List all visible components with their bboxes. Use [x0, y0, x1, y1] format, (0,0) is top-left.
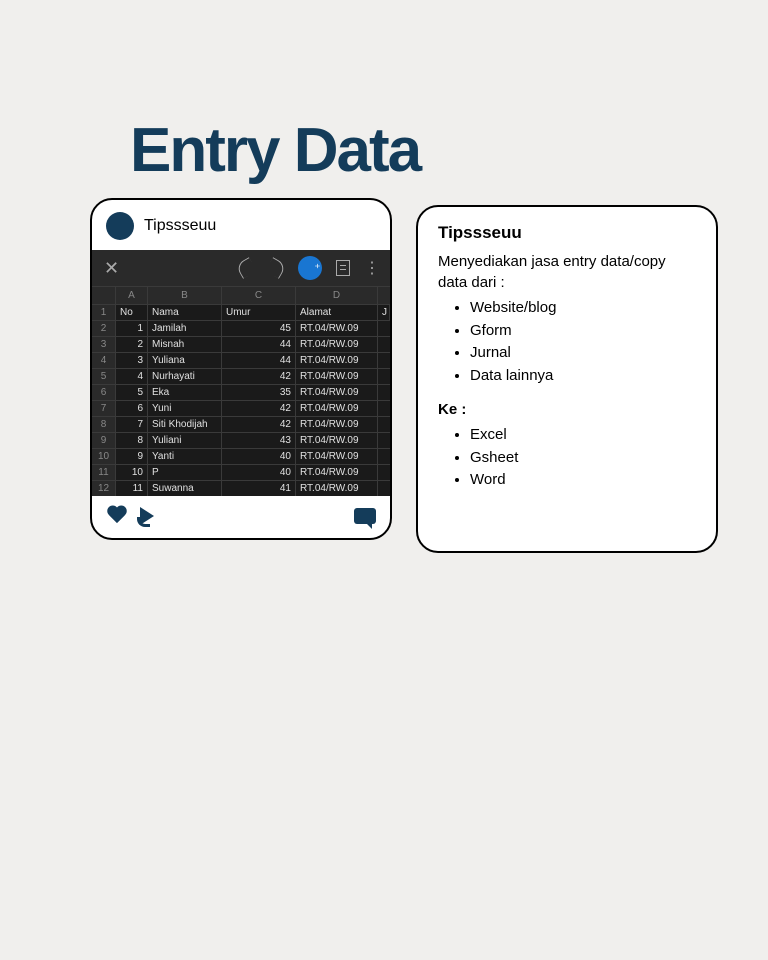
toolbar: ✕ 👤⁺ ⋮ [92, 250, 390, 286]
undo-icon[interactable] [235, 257, 257, 279]
table-row: 1110P40RT.04/RW.09 [92, 464, 390, 480]
alamat-header: Alamat [296, 305, 378, 320]
page-title: Entry Data [130, 115, 420, 186]
username-label: Tipssseuu [438, 223, 696, 243]
j-header: J [378, 305, 390, 320]
page-icon[interactable] [336, 260, 350, 276]
list-item: Data lainnya [470, 365, 696, 388]
card-header: Tipssseuu [92, 200, 390, 250]
table-row: 32Misnah44RT.04/RW.09 [92, 336, 390, 352]
comment-icon[interactable] [354, 508, 376, 524]
table-row: 87Siti Khodijah42RT.04/RW.09 [92, 416, 390, 432]
table-row: 54Nurhayati42RT.04/RW.09 [92, 368, 390, 384]
username-label: Tipssseuu [144, 217, 216, 235]
no-header: No [116, 305, 148, 320]
table-row: 1211Suwanna41RT.04/RW.09 [92, 480, 390, 496]
description-text: Menyediakan jasa entry data/copy data da… [438, 251, 696, 293]
heart-icon[interactable] [106, 506, 128, 526]
redo-icon[interactable] [265, 257, 287, 279]
list-item: Website/blog [470, 297, 696, 320]
table-row: 65Eka35RT.04/RW.09 [92, 384, 390, 400]
list-item: Jurnal [470, 342, 696, 365]
column-headers: A B C D [92, 286, 390, 304]
header-row: 1 No Nama Umur Alamat J [92, 304, 390, 320]
table-row: 98Yuliani43RT.04/RW.09 [92, 432, 390, 448]
table-row: 21Jamilah45RT.04/RW.09 [92, 320, 390, 336]
table-row: 76Yuni42RT.04/RW.09 [92, 400, 390, 416]
table-row: 109Yanti40RT.04/RW.09 [92, 448, 390, 464]
ke-label: Ke : [438, 401, 696, 418]
right-card: Tipssseuu Menyediakan jasa entry data/co… [416, 205, 718, 553]
list-item: Excel [470, 424, 696, 447]
umur-header: Umur [222, 305, 296, 320]
list-item: Gform [470, 320, 696, 343]
col-header-c: C [222, 287, 296, 304]
col-header-b: B [148, 287, 222, 304]
avatar [106, 212, 134, 240]
table-row: 43Yuliana44RT.04/RW.09 [92, 352, 390, 368]
close-icon[interactable]: ✕ [104, 258, 119, 279]
share-icon[interactable] [140, 507, 154, 525]
person-add-icon[interactable]: 👤⁺ [298, 256, 322, 280]
card-footer [92, 496, 390, 538]
left-card: Tipssseuu ✕ 👤⁺ ⋮ A B C D 1 No Nama [90, 198, 392, 540]
nama-header: Nama [148, 305, 222, 320]
from-list: Website/blogGformJurnalData lainnya [438, 297, 696, 387]
list-item: Gsheet [470, 447, 696, 470]
col-header-d: D [296, 287, 378, 304]
list-item: Word [470, 469, 696, 492]
to-list: ExcelGsheetWord [438, 424, 696, 492]
more-icon[interactable]: ⋮ [364, 258, 378, 278]
col-header-a: A [116, 287, 148, 304]
spreadsheet-area: ✕ 👤⁺ ⋮ A B C D 1 No Nama Umur Alamat J [92, 250, 390, 496]
